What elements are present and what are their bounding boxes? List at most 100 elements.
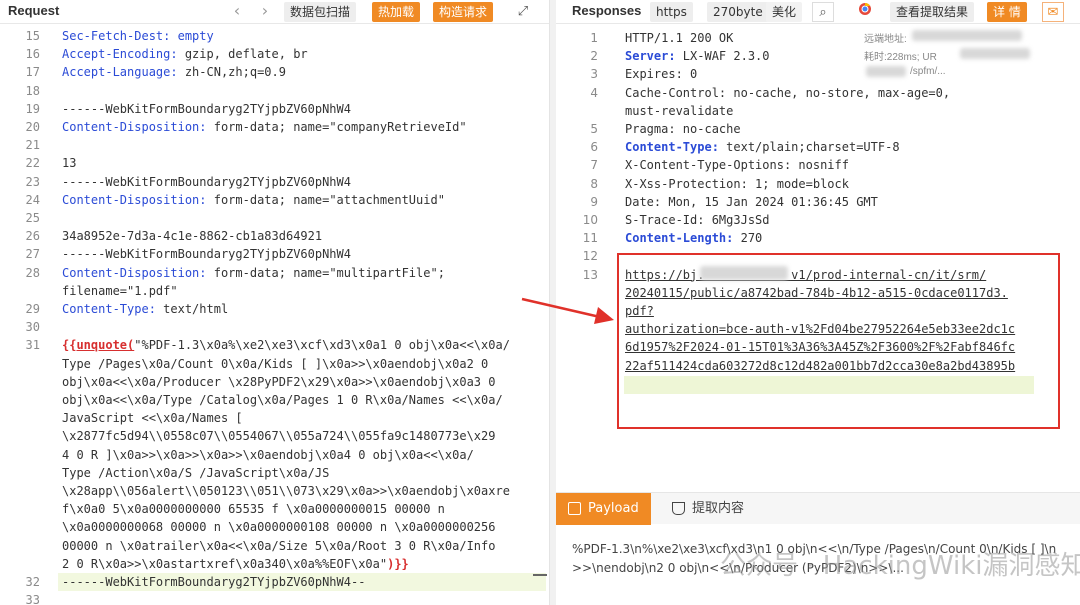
pointer-arrow bbox=[521, 297, 614, 324]
code-line: f\x0a0 5\x0a0000000000 65535 f \x0a00000… bbox=[62, 502, 445, 517]
code-line: Accept-Encoding: gzip, deflate, br bbox=[62, 45, 308, 63]
line-number: 7 bbox=[590, 158, 598, 173]
hot-load-button[interactable]: 热加载 bbox=[372, 2, 421, 22]
line-number: 23 bbox=[25, 174, 40, 189]
prev-arrow-icon[interactable]: ‹ bbox=[228, 1, 246, 21]
line-number bbox=[0, 464, 40, 482]
code-line: 2 0 R\x0a>>\x0astartxref\x0a340\x0a%%EOF… bbox=[62, 555, 409, 573]
chat-icon[interactable]: ✉ bbox=[1042, 2, 1064, 22]
line-number: 2 bbox=[590, 49, 598, 64]
unquote-function: unquote( bbox=[76, 338, 135, 353]
header-key: Accept-Language: bbox=[62, 65, 178, 80]
header-value: text/plain;charset=UTF-8 bbox=[718, 140, 900, 155]
packet-scan-button[interactable]: 数据包扫描 bbox=[284, 2, 357, 22]
line-number bbox=[0, 373, 40, 391]
line-number: 25 bbox=[25, 211, 40, 225]
header-key: Accept-Encoding: bbox=[62, 47, 178, 62]
watermark-text: 公众号 · HackingWiki漏洞感知 bbox=[720, 551, 1080, 581]
template-close: )}} bbox=[387, 556, 409, 571]
code-line: Accept-Language: zh-CN,zh;q=0.9 bbox=[62, 63, 286, 81]
line-number: 16 bbox=[25, 47, 40, 62]
line-number: 8 bbox=[590, 176, 598, 191]
header-value: zh-CN,zh;q=0.9 bbox=[177, 65, 286, 80]
line-number: 20 bbox=[25, 120, 40, 134]
size-tab[interactable]: 270byte bbox=[707, 2, 769, 22]
code-line: Content-Disposition: form-data; name="mu… bbox=[62, 264, 445, 282]
template-open: {{ bbox=[62, 338, 77, 353]
code-line: Content-Disposition: form-data; name="at… bbox=[62, 191, 445, 209]
request-title: Request bbox=[8, 3, 60, 18]
line-number: 19 bbox=[25, 101, 40, 116]
line-number: 4 bbox=[590, 85, 598, 100]
line-number: 6 bbox=[590, 140, 598, 155]
next-arrow-icon[interactable]: › bbox=[256, 1, 274, 21]
line-number bbox=[0, 537, 40, 555]
header-key: Content-Type: bbox=[62, 302, 156, 316]
line-number: 22 bbox=[25, 156, 40, 171]
beautify-button[interactable]: 美化 bbox=[766, 2, 803, 22]
line-number: 26 bbox=[25, 229, 40, 244]
browser-icon[interactable] bbox=[854, 2, 876, 22]
code-line: Type /Action\x0a/S /JavaScript\x0a/JS bbox=[62, 465, 330, 480]
code-line: Sec-Fetch-Dest: empty bbox=[62, 29, 214, 43]
code-line: obj\x0a<<\x0a/Type /Catalog\x0a/Pages 1 … bbox=[62, 393, 503, 407]
expand-icon[interactable]: ⤢ bbox=[512, 2, 534, 22]
response-toolbar: Responses https 270byte 美化 ⌕ 查看提取结果 详 情 … bbox=[556, 0, 1080, 24]
line-number: 24 bbox=[25, 192, 40, 207]
line-number bbox=[572, 102, 598, 120]
code-line: {{unquote("%PDF-1.3\x0a%\xe2\xe3\xcf\xd3… bbox=[62, 336, 510, 354]
redacted-url bbox=[960, 48, 1030, 59]
line-number: 12 bbox=[582, 249, 598, 264]
code-line: Expires: 0 bbox=[625, 67, 698, 82]
line-number bbox=[0, 355, 40, 373]
line-number bbox=[0, 518, 40, 536]
line-number bbox=[572, 375, 598, 393]
line-number bbox=[0, 409, 40, 427]
line-number: 11 bbox=[582, 231, 598, 246]
line-number: 3 bbox=[590, 67, 598, 82]
code-line: Type /Pages\x0a/Count 0\x0a/Kids [ ]\x0a… bbox=[62, 356, 489, 371]
line-number: 17 bbox=[25, 65, 40, 80]
code-line: Date: Mon, 15 Jan 2024 01:36:45 GMT bbox=[625, 194, 878, 209]
line-number bbox=[0, 446, 40, 464]
header-value: gzip, deflate, br bbox=[177, 47, 308, 62]
header-key: Content-Length: bbox=[625, 231, 734, 246]
line-number: 28 bbox=[25, 265, 40, 280]
tab-payload[interactable]: Payload bbox=[556, 493, 651, 525]
view-extract-result-button[interactable]: 查看提取结果 bbox=[890, 2, 975, 22]
line-number: 10 bbox=[582, 213, 598, 227]
tab-payload-label: Payload bbox=[588, 501, 639, 516]
line-number: 9 bbox=[590, 194, 598, 209]
code-line: Pragma: no-cache bbox=[625, 122, 741, 136]
search-icon[interactable]: ⌕ bbox=[812, 2, 834, 22]
scroll-indicator bbox=[533, 574, 547, 576]
detail-button[interactable]: 详 情 bbox=[987, 2, 1027, 22]
code-line: S-Trace-Id: 6Mg3JsSd bbox=[625, 213, 770, 227]
url-highlight-box bbox=[617, 253, 1060, 429]
code-line: obj\x0a<<\x0a/Producer \x28PyPDF2\x29\x0… bbox=[62, 374, 496, 389]
header-value: text/html bbox=[155, 302, 229, 316]
protocol-tab[interactable]: https bbox=[650, 2, 693, 22]
header-value: form-data; name="companyRetrieveId" bbox=[206, 120, 467, 134]
line-number bbox=[0, 427, 40, 445]
redacted-address bbox=[912, 30, 1022, 41]
code-line: \x0a0000000068 00000 n \x0a0000000108 00… bbox=[62, 520, 496, 535]
request-editor[interactable]: 15 Sec-Fetch-Dest: empty 16 Accept-Encoding… bbox=[0, 24, 549, 605]
tab-extract[interactable]: 提取内容 bbox=[660, 493, 756, 525]
header-value: form-data; name="attachmentUuid" bbox=[206, 192, 445, 207]
response-title: Responses bbox=[572, 3, 642, 18]
line-number: 29 bbox=[25, 302, 40, 316]
url-path-label: /spfm/... bbox=[910, 66, 946, 77]
code-line: ------WebKitFormBoundaryg2TYjpbZV60pNhW4 bbox=[62, 174, 351, 189]
code-line: 4 0 R ]\x0a>>\x0a>>\x0a>>\x0aendobj\x0a4… bbox=[62, 447, 474, 462]
line-number: 27 bbox=[25, 247, 40, 262]
header-key: Content-Disposition: bbox=[62, 120, 207, 134]
request-toolbar: Request ‹ › 数据包扫描 热加载 构造请求 ⤢ bbox=[0, 0, 549, 24]
code-line: \x28app\\056alert\\050123\\051\\073\x29\… bbox=[62, 484, 510, 498]
line-number bbox=[0, 500, 40, 518]
line-number: 31 bbox=[25, 338, 40, 353]
line-number: 33 bbox=[25, 593, 40, 605]
build-request-button[interactable]: 构造请求 bbox=[433, 2, 494, 22]
code-line: \x2877fc5d94\\0558c07\\0554067\\055a724\… bbox=[62, 429, 496, 444]
code-line: 34a8952e-7d3a-4c1e-8862-cb1a83d64921 bbox=[62, 229, 323, 244]
